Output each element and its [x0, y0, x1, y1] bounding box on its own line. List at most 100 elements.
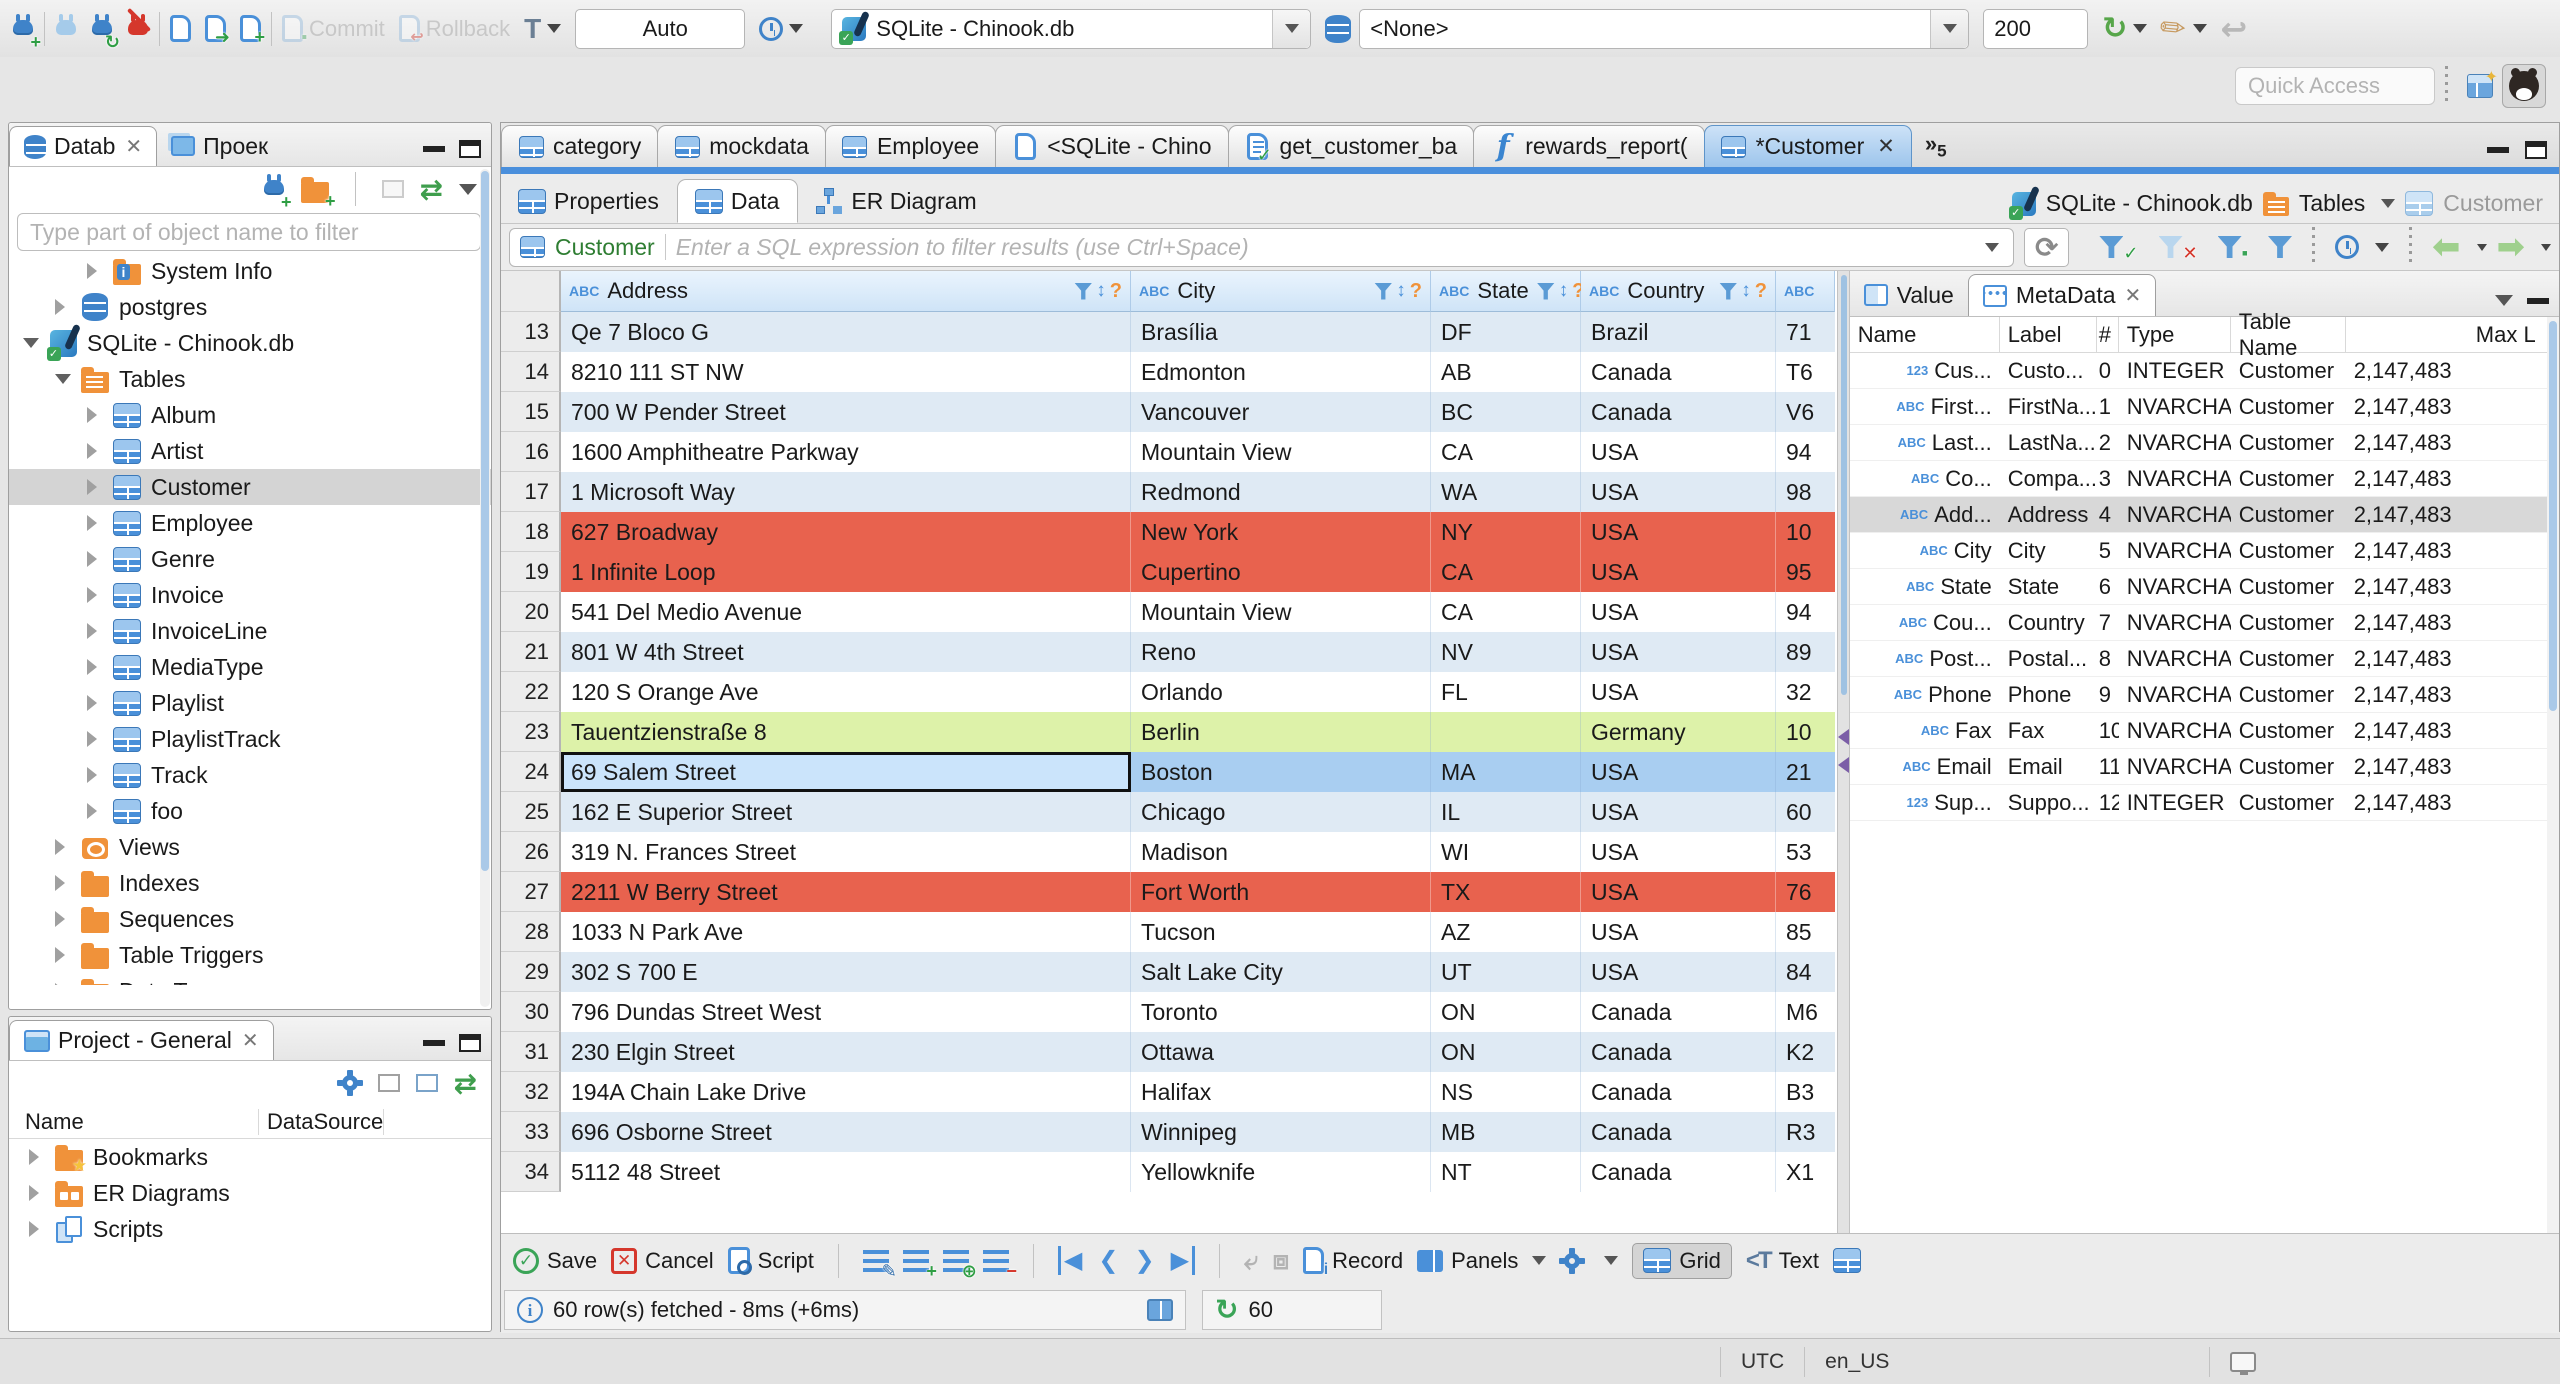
cell-state[interactable]: AZ [1431, 912, 1581, 952]
refetch-icon[interactable]: ↻ [1215, 1296, 1238, 1324]
cell-country[interactable]: USA [1581, 632, 1776, 672]
expand-arrow-icon[interactable] [23, 338, 39, 348]
fetch-size-value[interactable]: 60 [1248, 1297, 1272, 1323]
cell-country[interactable]: USA [1581, 472, 1776, 512]
cell-city[interactable]: Brasília [1131, 312, 1431, 352]
expand-arrow-icon[interactable] [87, 767, 103, 783]
cell-city[interactable]: Winnipeg [1131, 1112, 1431, 1152]
Add...[interactable]: ABC Add... Address 4 NVARCHAR Customer 2,… [1849, 497, 2559, 533]
cell-address[interactable]: 796 Dundas Street West [561, 992, 1131, 1032]
collapse-all-icon[interactable] [377, 1074, 400, 1092]
expand-arrow-icon[interactable] [55, 911, 71, 927]
cell-postal[interactable]: V6 [1776, 392, 1835, 432]
apply-filter-icon[interactable] [2099, 236, 2124, 258]
display-icon[interactable] [2230, 1351, 2257, 1375]
cell-state[interactable]: CA [1431, 552, 1581, 592]
editor-subtab[interactable]: Properties [501, 179, 677, 223]
cell-country[interactable]: USA [1581, 832, 1776, 872]
cell-postal[interactable]: K2 [1776, 1032, 1835, 1072]
column-header-city[interactable]: ABC City ↕? [1131, 271, 1431, 312]
record-button[interactable]: i Record [1303, 1247, 1403, 1278]
row-number[interactable]: 15 [501, 392, 561, 432]
expand-arrow-icon[interactable] [87, 659, 103, 675]
gear-icon[interactable] [338, 1070, 362, 1095]
locale-label[interactable]: en_US [1825, 1350, 1889, 1374]
tab-database-navigator[interactable]: Datab ✕ [9, 126, 158, 166]
expand-arrow-icon[interactable] [55, 839, 71, 855]
expand-arrow-icon[interactable] [87, 587, 103, 603]
first-row-icon[interactable]: ◀ [1057, 1246, 1082, 1275]
refresh-connection-icon[interactable]: ↻ [2102, 11, 2127, 46]
row-number[interactable]: 31 [501, 1032, 561, 1072]
cell-address[interactable]: 696 Osborne Street [561, 1112, 1131, 1152]
sort-icon[interactable]: ↕ [1741, 280, 1751, 302]
row-number[interactable]: 17 [501, 472, 561, 512]
Phone[interactable]: ABC Phone Phone 9 NVARCHAR Customer 2,147… [1849, 677, 2559, 713]
cell-country[interactable]: USA [1581, 752, 1776, 792]
remove-filter-icon[interactable] [2158, 236, 2183, 258]
column-label[interactable]: Label [2000, 317, 2097, 352]
cell-address[interactable]: 194A Chain Lake Drive [561, 1072, 1131, 1112]
Cus...[interactable]: 123 Cus... Custo... 0 INTEGER Customer 2,… [1849, 353, 2559, 389]
row-number[interactable]: 14 [501, 352, 561, 392]
cell-state[interactable]: AB [1431, 352, 1581, 392]
rollback-button[interactable]: ↩ Rollback [398, 15, 524, 46]
column-type[interactable]: Type [2119, 317, 2231, 352]
expand-arrow-icon[interactable] [87, 551, 103, 567]
connection-select[interactable]: SQLite - Chinook.db [831, 8, 1312, 49]
cell-postal[interactable]: T6 [1776, 352, 1835, 392]
cell-postal[interactable]: 32 [1776, 672, 1835, 712]
cell-address[interactable]: 627 Broadway [561, 512, 1131, 552]
First...[interactable]: ABC First... FirstNa... 1 NVARCHAR Custom… [1849, 389, 2559, 425]
text-view-button[interactable]: <T Text [1746, 1247, 1819, 1275]
cell-country[interactable]: USA [1581, 872, 1776, 912]
breadcrumb-folder[interactable]: Tables [2299, 190, 2365, 217]
cell-state[interactable]: ON [1431, 1032, 1581, 1072]
table-row[interactable]: 34 5112 48 Street Yellowknife NT Canada … [501, 1152, 1837, 1192]
tab-value[interactable]: Value [1850, 274, 1968, 316]
expand-arrow-icon[interactable] [87, 479, 103, 495]
column-max-length[interactable]: Max L [2346, 317, 2544, 352]
filter-icon[interactable] [1374, 282, 1393, 300]
expand-arrow-icon[interactable] [55, 947, 71, 963]
filter-input-box[interactable]: Customer [509, 227, 2015, 267]
expand-arrow-icon[interactable] [87, 695, 103, 711]
cell-postal[interactable]: 71 [1776, 312, 1835, 352]
row-number[interactable]: 22 [501, 672, 561, 712]
tree-item[interactable]: InvoiceLine [9, 613, 491, 649]
expand-arrow-icon[interactable] [87, 407, 103, 423]
Cou...[interactable]: ABC Cou... Country 7 NVARCHAR Customer 2,… [1849, 605, 2559, 641]
sort-icon[interactable]: ↕ [1096, 280, 1106, 302]
sql-filter-input[interactable] [675, 233, 1970, 261]
cell-state[interactable]: MA [1431, 752, 1581, 792]
cell-state[interactable]: TX [1431, 872, 1581, 912]
table-row[interactable]: 31 230 Elgin Street Ottawa ON Canada K2 [501, 1032, 1837, 1072]
timezone-label[interactable]: UTC [1741, 1350, 1784, 1374]
row-number[interactable]: 28 [501, 912, 561, 952]
expand-arrow-icon[interactable] [87, 731, 103, 747]
delete-row-icon[interactable]: − [982, 1249, 1017, 1280]
cell-city[interactable]: New York [1131, 512, 1431, 552]
expand-arrow-icon[interactable] [87, 263, 103, 279]
tree-item[interactable]: Invoice [9, 577, 491, 613]
cell-address[interactable]: 302 S 700 E [561, 952, 1131, 992]
cell-country[interactable]: USA [1581, 512, 1776, 552]
cell-state[interactable]: UT [1431, 952, 1581, 992]
cell-state[interactable]: WI [1431, 832, 1581, 872]
filter-icon[interactable] [1074, 282, 1093, 300]
filter-history-dropdown-icon[interactable] [1985, 242, 2000, 252]
new-sql-editor-icon[interactable]: + [240, 15, 265, 46]
table-row[interactable]: 22 120 S Orange Ave Orlando FL USA 32 [501, 672, 1837, 712]
cell-address[interactable]: 120 S Orange Ave [561, 672, 1131, 712]
cell-address[interactable]: Qe 7 Bloco G [561, 312, 1131, 352]
new-folder-icon[interactable]: + [300, 176, 336, 210]
edit-row-icon[interactable]: ✎ [862, 1249, 897, 1280]
cell-city[interactable]: Yellowknife [1131, 1152, 1431, 1192]
tree-item[interactable]: Data Types [9, 973, 491, 985]
cell-country[interactable]: Canada [1581, 352, 1776, 392]
cell-city[interactable]: Mountain View [1131, 432, 1431, 472]
cell-country[interactable]: Canada [1581, 1032, 1776, 1072]
cell-country[interactable]: Canada [1581, 1072, 1776, 1112]
tree-item[interactable]: Tables [9, 361, 491, 397]
previous-page-icon[interactable]: ⬅ [2432, 227, 2461, 267]
